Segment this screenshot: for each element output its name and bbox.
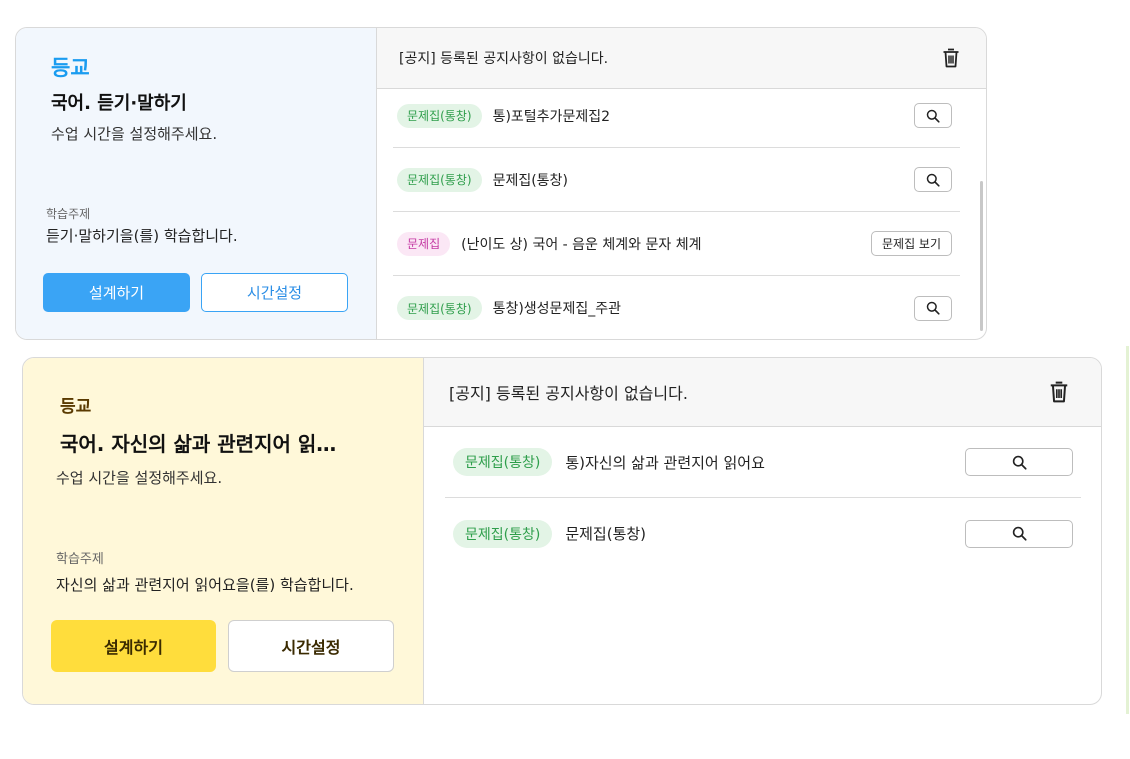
class-info-panel: 등교 국어. 듣기·말하기 수업 시간을 설정해주세요. 학습주제 듣기·말하기… (16, 28, 377, 339)
search-icon (926, 173, 940, 187)
workbook-type-tag: 문제집(통창) (397, 296, 482, 320)
trash-icon[interactable] (942, 48, 960, 68)
list-item: 문제집(통창) 통)포털추가문제집2 (393, 84, 960, 148)
preview-button[interactable] (965, 448, 1073, 476)
subject-title: 국어. 자신의 삶과 관련지어 읽… (60, 432, 337, 456)
view-workbook-button[interactable]: 문제집 보기 (870, 231, 952, 256)
list-item: 문제집(통창) 통창)생성문제집_주관 (393, 276, 960, 339)
topic-label: 학습주제 (46, 207, 91, 221)
notice-bar: [공지] 등록된 공지사항이 없습니다. (424, 358, 1101, 427)
topic-description: 자신의 삶과 관련지어 읽어요을(를) 학습합니다. (56, 576, 354, 594)
page-edge-strip (1126, 346, 1129, 714)
workbook-type-tag: 문제집(통창) (453, 448, 553, 476)
notice-text: [공지] 등록된 공지사항이 없습니다. (449, 384, 688, 403)
time-hint: 수업 시간을 설정해주세요. (56, 469, 223, 487)
time-hint: 수업 시간을 설정해주세요. (51, 125, 218, 143)
list-item: 문제집(통창) 문제집(통창) (393, 148, 960, 212)
content-panel: [공지] 등록된 공지사항이 없습니다. 문제집(통창) 통)자신의 삶과 관련… (424, 358, 1101, 704)
trash-icon[interactable] (1049, 381, 1069, 403)
time-setting-button[interactable]: 시간설정 (228, 620, 394, 672)
workbook-list: 문제집(통창) 통)포털추가문제집2 문제집(통창) 문제집(통창) 문제집 (… (377, 89, 986, 339)
notice-bar: [공지] 등록된 공지사항이 없습니다. (377, 28, 986, 89)
workbook-type-tag: 문제집 (397, 231, 451, 256)
workbook-title: 문제집(통창) (492, 172, 568, 189)
content-panel: [공지] 등록된 공지사항이 없습니다. 문제집(통창) 통)포털추가문제집2 … (377, 28, 986, 339)
list-scrollbar[interactable] (980, 181, 983, 331)
workbook-title: 문제집(통창) (565, 525, 647, 543)
list-item: 문제집(통창) 통)자신의 삶과 관련지어 읽어요 (445, 427, 1081, 498)
workbook-list: 문제집(통창) 통)자신의 삶과 관련지어 읽어요 문제집(통창) 문제집(통창… (424, 427, 1101, 704)
subject-title: 국어. 듣기·말하기 (51, 93, 187, 114)
design-button[interactable]: 설계하기 (43, 273, 190, 312)
search-icon (1012, 526, 1027, 541)
search-icon (926, 301, 940, 315)
class-card-2: 등교 국어. 자신의 삶과 관련지어 읽… 수업 시간을 설정해주세요. 학습주… (22, 357, 1102, 705)
design-button[interactable]: 설계하기 (51, 620, 216, 672)
workbook-type-tag: 문제집(통창) (397, 167, 482, 192)
notice-text: [공지] 등록된 공지사항이 없습니다. (399, 51, 609, 67)
class-card-1: 등교 국어. 듣기·말하기 수업 시간을 설정해주세요. 학습주제 듣기·말하기… (15, 27, 987, 340)
list-item: 문제집 (난이도 상) 국어 - 음운 체계와 문자 체계 문제집 보기 (393, 212, 960, 276)
search-icon (926, 109, 940, 123)
preview-button[interactable] (914, 103, 952, 128)
workbook-title: 통창)생성문제집_주관 (492, 301, 621, 317)
preview-button[interactable] (914, 295, 952, 321)
preview-button[interactable] (965, 519, 1073, 548)
workbook-type-tag: 문제집(통창) (453, 519, 553, 548)
topic-description: 듣기·말하기을(를) 학습합니다. (46, 227, 238, 245)
workbook-title: (난이도 상) 국어 - 음운 체계와 문자 체계 (461, 236, 702, 253)
attendance-status: 등교 (60, 397, 92, 417)
time-setting-button[interactable]: 시간설정 (201, 273, 348, 312)
workbook-title: 통)포털추가문제집2 (492, 108, 610, 125)
topic-label: 학습주제 (56, 552, 104, 567)
search-icon (1012, 455, 1027, 470)
workbook-type-tag: 문제집(통창) (397, 103, 482, 128)
preview-button[interactable] (914, 167, 952, 192)
list-item: 문제집(통창) 문제집(통창) (445, 498, 1081, 569)
workbook-title: 통)자신의 삶과 관련지어 읽어요 (565, 453, 765, 472)
class-info-panel: 등교 국어. 자신의 삶과 관련지어 읽… 수업 시간을 설정해주세요. 학습주… (23, 358, 424, 704)
attendance-status: 등교 (51, 56, 90, 80)
